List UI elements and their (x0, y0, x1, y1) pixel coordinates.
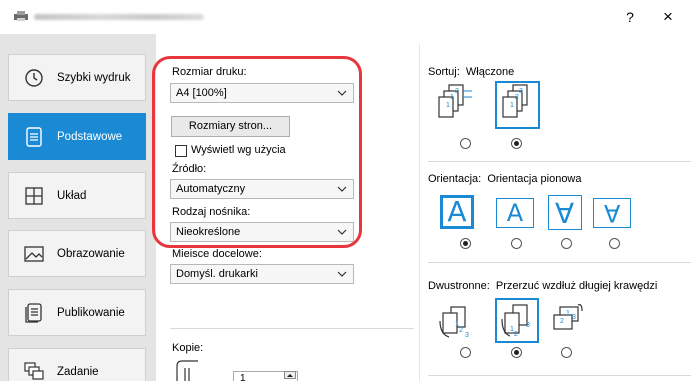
section-divider (428, 262, 691, 263)
printer-app-icon (14, 11, 28, 21)
column-divider (419, 44, 420, 381)
booklet-icon (23, 302, 45, 324)
orientation-rotated-landscape-option[interactable]: A (593, 198, 631, 228)
section-divider (428, 375, 691, 376)
title-bar: ? × (0, 0, 693, 34)
landscape-icon: A (506, 199, 524, 227)
nav-label-basic: Podstawowe (57, 130, 123, 143)
copies-stack-icon (176, 360, 198, 381)
grid-icon (23, 185, 45, 207)
image-icon (23, 243, 45, 265)
orientation-landscape-radio[interactable] (511, 238, 522, 249)
nav-label-layout: Układ (57, 189, 87, 202)
portrait-icon: A (447, 195, 467, 228)
rotated-landscape-icon: A (603, 199, 621, 227)
chevron-down-icon (337, 271, 347, 277)
svg-text:1: 1 (566, 310, 570, 317)
nav-label-job: Zadanie (57, 365, 99, 378)
orientation-rotated-portrait-option[interactable]: A (548, 195, 582, 230)
clock-icon (23, 67, 45, 89)
orientation-portrait-radio[interactable] (460, 238, 471, 249)
svg-text:3: 3 (572, 314, 576, 321)
destination-value: Domyśl. drukarki (176, 268, 258, 280)
destination-select[interactable]: Domyśl. drukarki (170, 264, 354, 284)
duplex-off-icon[interactable]: 123 (439, 301, 475, 341)
orientation-label-text: Orientacja: (428, 173, 482, 185)
nav-item-publishing[interactable]: Publikowanie (8, 289, 146, 336)
svg-text:1: 1 (450, 94, 454, 101)
duplex-label: Dwustronne: Przerzuć wzdłuż długiej kraw… (428, 280, 657, 292)
nav-item-imaging[interactable]: Obrazowanie (8, 230, 146, 277)
nav-label-quick-print: Szybki wydruk (57, 71, 131, 84)
svg-text:1: 1 (446, 102, 450, 109)
svg-text:3: 3 (519, 88, 523, 95)
section-divider (428, 161, 691, 162)
orientation-label: Orientacja: Orientacja pionowa (428, 173, 582, 185)
copies-value: 1 (240, 373, 246, 381)
svg-text:2: 2 (515, 94, 519, 101)
section-divider (170, 328, 414, 329)
rotated-portrait-icon: A (555, 196, 575, 229)
collate-label-text: Sortuj: (428, 66, 460, 78)
svg-text:2: 2 (514, 331, 518, 338)
collate-on-radio[interactable] (511, 138, 522, 149)
highlight-frame (152, 56, 362, 248)
collate-on-icon[interactable]: 321 (499, 83, 537, 127)
duplex-label-text: Dwustronne: (428, 280, 490, 292)
help-button[interactable]: ? (620, 6, 640, 28)
svg-text:2: 2 (560, 318, 564, 325)
duplex-value: Przerzuć wzdłuż długiej krawędzi (495, 280, 658, 292)
duplex-long-edge-icon[interactable]: 123 (499, 301, 535, 341)
copies-label: Kopie: (172, 342, 204, 354)
jobs-icon (23, 361, 45, 381)
nav-item-quick-print[interactable]: Szybki wydruk (8, 54, 146, 101)
orientation-landscape-option[interactable]: A (496, 198, 534, 228)
orientation-rotated-portrait-radio[interactable] (561, 238, 572, 249)
collate-off-icon[interactable]: 211 (437, 83, 475, 127)
nav-item-job[interactable]: Zadanie (8, 348, 146, 381)
document-icon (23, 126, 45, 148)
destination-label: Miejsce docelowe: (172, 248, 262, 257)
orientation-value: Orientacja pionowa (487, 173, 582, 185)
nav-label-imaging: Obrazowanie (57, 247, 125, 260)
duplex-short-edge-radio[interactable] (561, 347, 572, 358)
window-title-blurred (34, 14, 204, 20)
svg-text:1: 1 (510, 102, 514, 109)
nav-label-publishing: Publikowanie (57, 306, 125, 319)
svg-text:3: 3 (465, 332, 469, 339)
duplex-long-edge-radio[interactable] (511, 347, 522, 358)
collate-value: Włączone (465, 66, 515, 78)
svg-text:2: 2 (459, 327, 463, 334)
orientation-rotated-landscape-radio[interactable] (609, 238, 620, 249)
copies-up-arrow[interactable] (284, 371, 296, 379)
collate-label: Sortuj: Włączone (428, 66, 514, 78)
duplex-off-radio[interactable] (460, 347, 471, 358)
collate-off-radio[interactable] (460, 138, 471, 149)
duplex-short-edge-icon[interactable]: 12 3 (548, 301, 584, 341)
orientation-portrait-option[interactable]: A (440, 195, 474, 229)
sidebar-nav: Szybki wydruk Podstawowe Układ Obrazowan… (0, 34, 156, 381)
close-button[interactable]: × (655, 6, 681, 28)
svg-text:2: 2 (455, 88, 459, 95)
nav-item-layout[interactable]: Układ (8, 172, 146, 219)
svg-text:3: 3 (526, 322, 530, 329)
nav-item-basic[interactable]: Podstawowe (8, 113, 146, 160)
